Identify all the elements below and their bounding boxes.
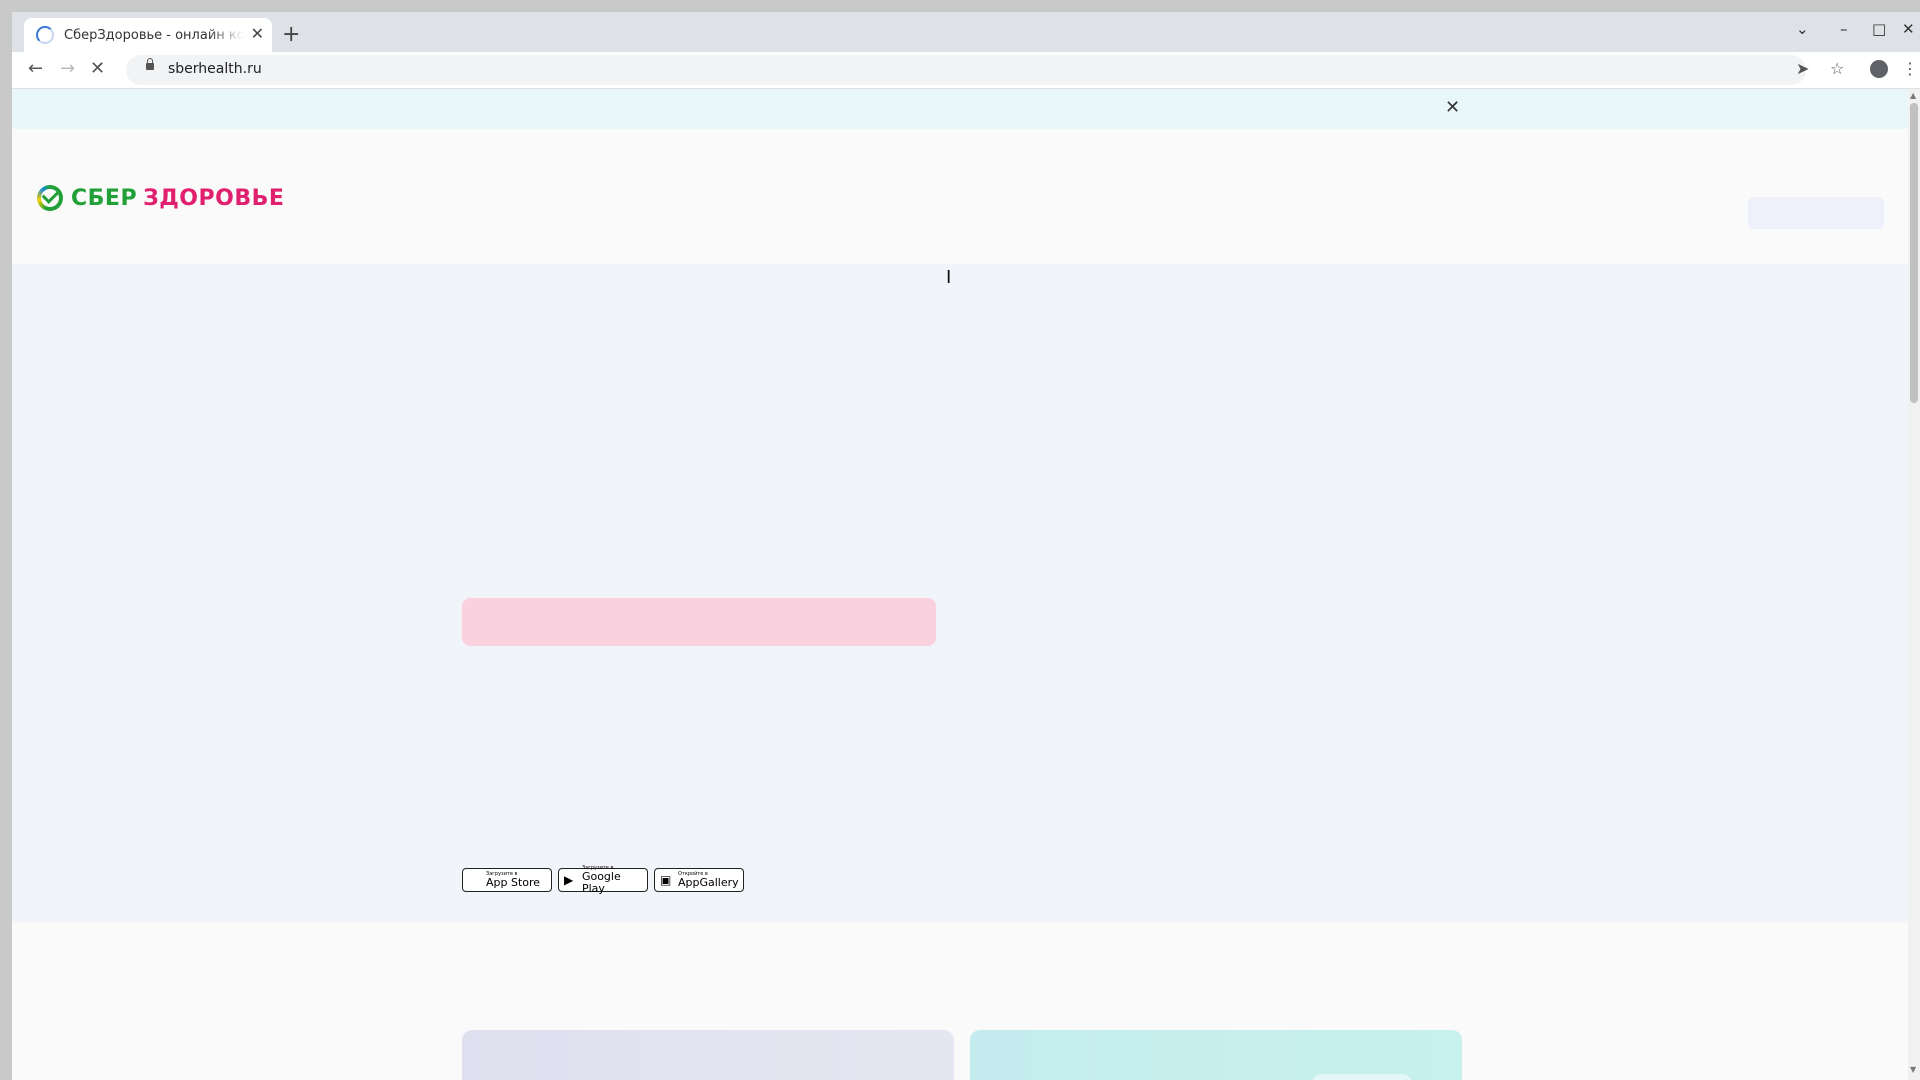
card-button-placeholder[interactable] bbox=[1312, 1074, 1412, 1080]
loading-spinner-icon bbox=[36, 26, 54, 44]
text-cursor-icon: I bbox=[946, 267, 952, 288]
scroll-down-icon[interactable]: ▼ bbox=[1910, 1065, 1916, 1074]
app-store-badges: Загрузите в App Store ▶ Загрузите в Goog… bbox=[462, 865, 744, 895]
site-header: СБЕР ЗДОРОВЬЕ bbox=[12, 129, 1908, 264]
minimize-icon[interactable]: – bbox=[1840, 20, 1848, 38]
logo-text-health: ЗДОРОВЬЕ bbox=[143, 185, 285, 211]
app-store-big-text: App Store bbox=[486, 876, 541, 889]
google-play-badge[interactable]: ▶ Загрузите в Google Play bbox=[558, 865, 648, 895]
feature-card-2[interactable] bbox=[970, 1030, 1462, 1080]
google-play-icon: ▶ bbox=[564, 873, 574, 887]
url-text: sberhealth.ru bbox=[168, 61, 262, 77]
appgallery-text: Откройте в AppGallery bbox=[678, 871, 739, 889]
hero-cta-placeholder[interactable] bbox=[462, 598, 936, 646]
sber-logo-icon bbox=[37, 185, 63, 211]
check-mark-icon bbox=[41, 186, 60, 204]
logo-text-sber: СБЕР bbox=[71, 185, 138, 211]
lower-section bbox=[12, 922, 1908, 1080]
maximize-icon[interactable]: □ bbox=[1872, 20, 1886, 38]
browser-menu-icon[interactable]: ⋮ bbox=[1902, 59, 1918, 78]
sberhealth-logo[interactable]: СБЕР ЗДОРОВЬЕ bbox=[37, 185, 284, 211]
page-viewport: ✕ СБЕР ЗДОРОВЬЕ Загрузите в App Store ▶ … bbox=[12, 89, 1908, 1080]
tab-search-icon[interactable]: ⌄ bbox=[1796, 20, 1809, 38]
appgallery-big-text: AppGallery bbox=[678, 876, 739, 889]
hero-section: Загрузите в App Store ▶ Загрузите в Goog… bbox=[12, 264, 1908, 922]
bookmark-star-icon[interactable]: ☆ bbox=[1830, 59, 1844, 78]
forward-icon[interactable]: → bbox=[60, 58, 75, 79]
top-banner: ✕ bbox=[12, 89, 1908, 129]
browser-tab[interactable]: СберЗдоровье - онлайн консультации враче… bbox=[24, 18, 272, 52]
feature-card-1[interactable] bbox=[462, 1030, 954, 1080]
banner-close-icon[interactable]: ✕ bbox=[1445, 97, 1460, 118]
back-icon[interactable]: ← bbox=[28, 58, 43, 79]
stop-loading-icon[interactable]: ✕ bbox=[90, 58, 105, 79]
address-bar[interactable]: sberhealth.ru bbox=[126, 55, 1806, 85]
header-button-placeholder[interactable] bbox=[1748, 197, 1884, 229]
tab-close-icon[interactable]: ✕ bbox=[251, 24, 264, 43]
page-scrollbar[interactable]: ▲ ▼ bbox=[1908, 89, 1920, 1080]
profile-avatar-icon[interactable] bbox=[1870, 60, 1888, 78]
browser-toolbar: ← → ✕ sberhealth.ru ➤ ☆ ⋮ bbox=[12, 52, 1920, 89]
send-tab-icon[interactable]: ➤ bbox=[1796, 59, 1809, 78]
app-store-text: Загрузите в App Store bbox=[486, 871, 540, 889]
huawei-appgallery-icon: ▣ bbox=[660, 873, 672, 887]
app-store-badge[interactable]: Загрузите в App Store bbox=[462, 868, 552, 892]
google-play-big-text: Google Play bbox=[581, 870, 621, 895]
appgallery-badge[interactable]: ▣ Откройте в AppGallery bbox=[654, 868, 744, 892]
new-tab-button[interactable]: + bbox=[282, 22, 300, 47]
tab-title: СберЗдоровье - онлайн консультации враче… bbox=[64, 27, 244, 43]
google-play-text: Загрузите в Google Play bbox=[582, 865, 647, 895]
screen: СберЗдоровье - онлайн консультации враче… bbox=[0, 0, 1920, 1080]
scrollbar-thumb[interactable] bbox=[1910, 103, 1918, 403]
lock-icon[interactable] bbox=[146, 58, 154, 70]
scroll-up-icon[interactable]: ▲ bbox=[1910, 91, 1916, 100]
browser-tab-strip: СберЗдоровье - онлайн консультации враче… bbox=[12, 12, 1920, 52]
window-close-icon[interactable]: ✕ bbox=[1902, 20, 1915, 38]
